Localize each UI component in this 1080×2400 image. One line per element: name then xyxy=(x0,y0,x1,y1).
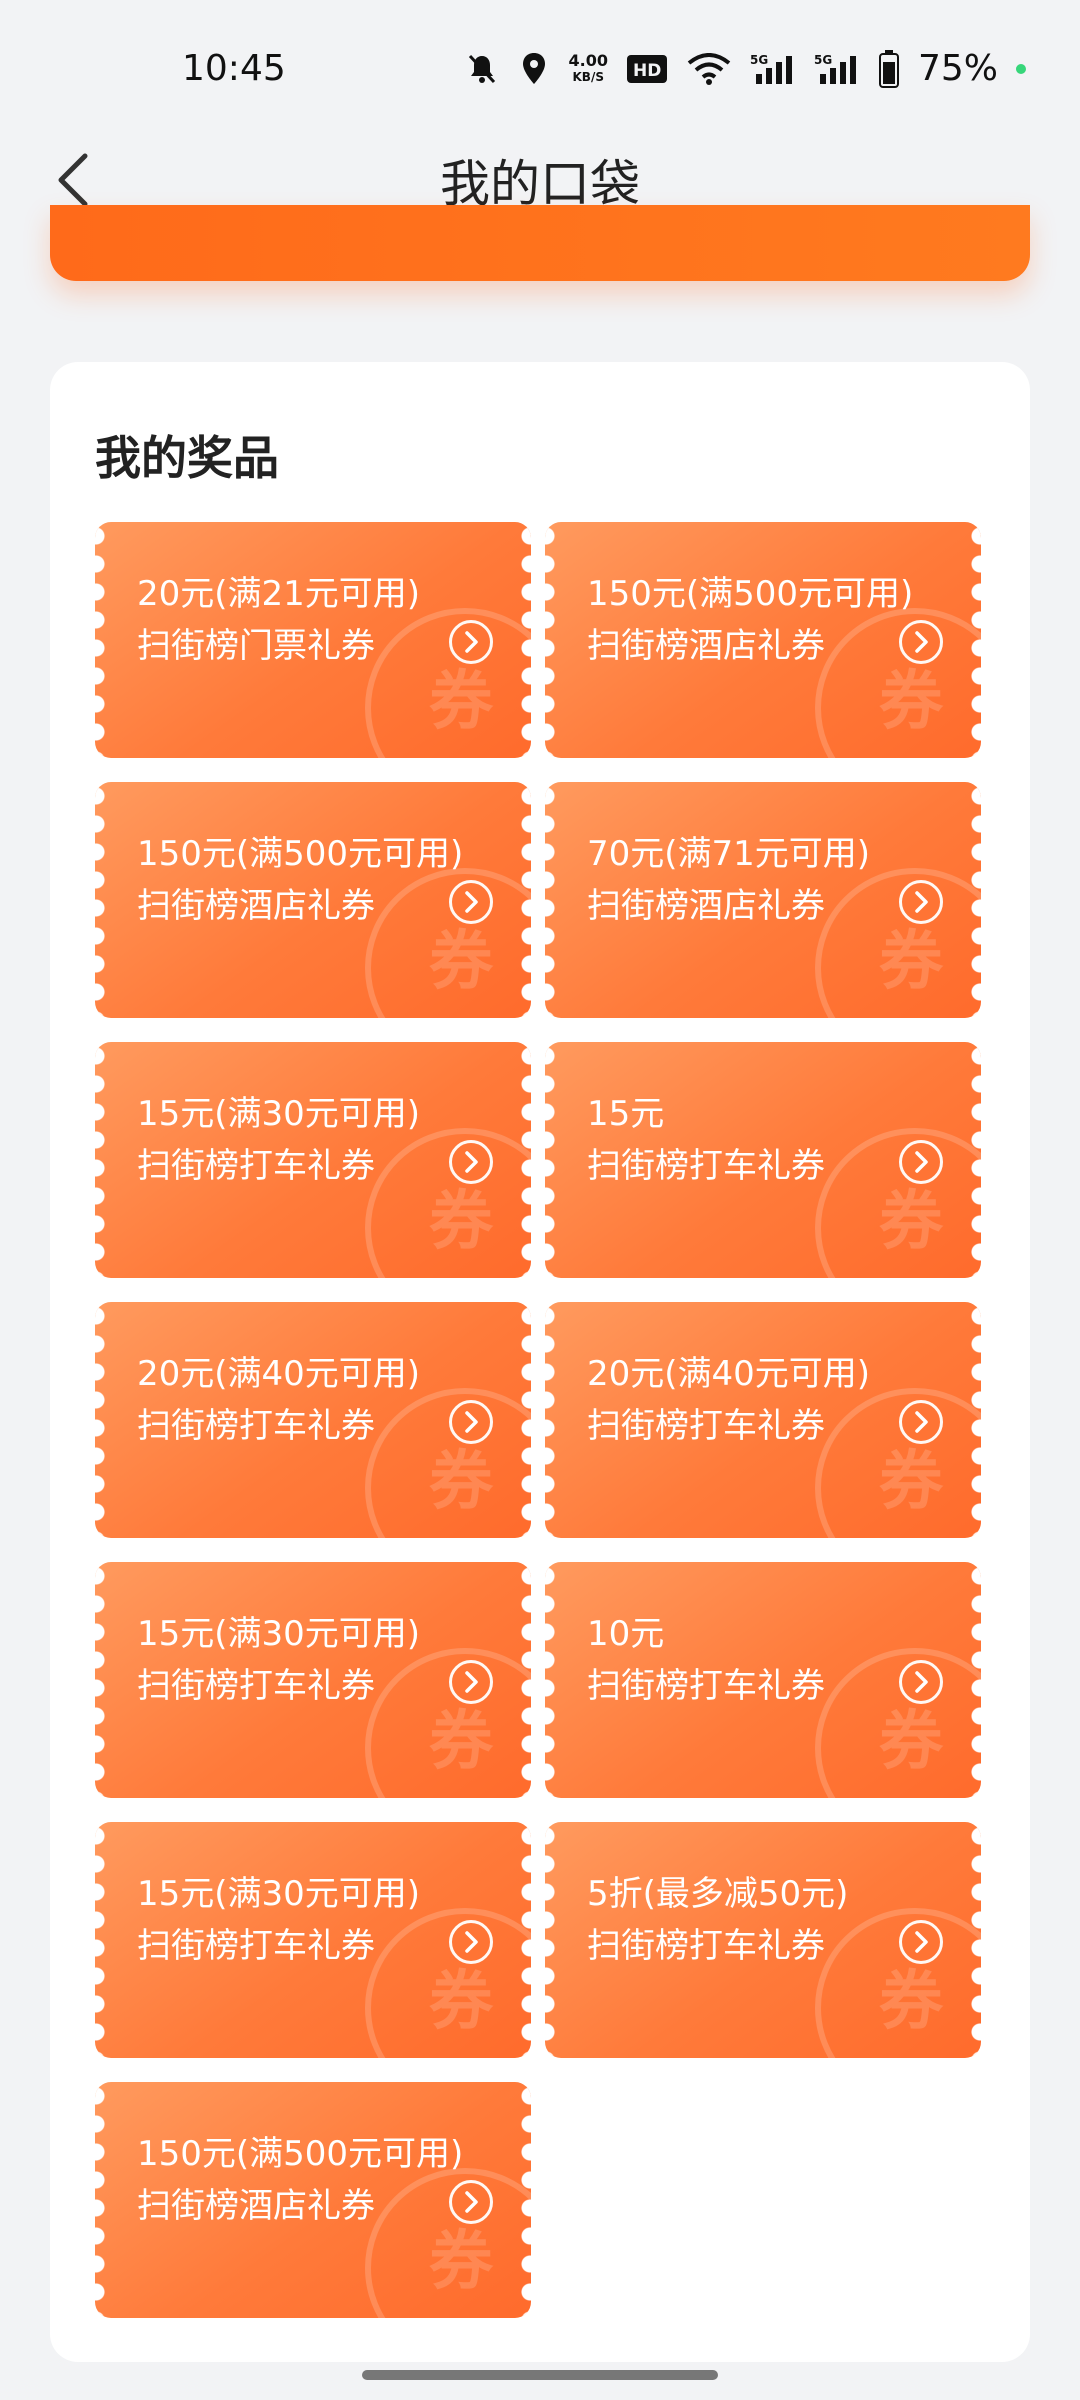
perforation-edge xyxy=(545,1302,557,1538)
coupon-card[interactable]: 券 150元(满500元可用) 扫街榜酒店礼券 xyxy=(545,522,981,758)
coupon-amount: 150元(满500元可用) xyxy=(587,574,914,614)
chevron-right-circle-icon[interactable] xyxy=(899,1400,943,1444)
coupon-name: 扫街榜打车礼券 xyxy=(587,1926,825,1966)
coupon-watermark-char: 券 xyxy=(429,665,493,739)
coupon-amount: 150元(满500元可用) xyxy=(137,834,464,874)
coupon-amount: 15元(满30元可用) xyxy=(137,1094,421,1134)
perforation-edge xyxy=(95,1822,107,2058)
perforation-edge xyxy=(95,1042,107,1278)
coupon-card[interactable]: 券 15元扫街榜打车礼券 xyxy=(545,1042,981,1278)
wifi-icon xyxy=(686,52,732,86)
chevron-right-circle-icon[interactable] xyxy=(449,2180,493,2224)
coupon-watermark-char: 券 xyxy=(879,925,943,999)
perforation-edge xyxy=(545,782,557,1018)
perforation-edge xyxy=(545,1562,557,1798)
coupon-name: 扫街榜打车礼券 xyxy=(587,1406,825,1446)
coupon-watermark-char: 券 xyxy=(429,1185,493,1259)
coupon-amount: 20元(满21元可用) xyxy=(137,574,421,614)
coupon-watermark-char: 券 xyxy=(879,1185,943,1259)
perforation-edge xyxy=(545,1042,557,1278)
coupon-watermark-char: 券 xyxy=(429,1445,493,1519)
coupon-watermark-char: 券 xyxy=(429,2225,493,2299)
coupon-card[interactable]: 券 20元(满21元可用) 扫街榜门票礼券 xyxy=(95,522,531,758)
status-icons: 4.00 KB/S HD 5G 5G 75% xyxy=(465,48,1026,89)
svg-text:HD: HD xyxy=(633,61,661,81)
coupon-name: 扫街榜打车礼券 xyxy=(587,1146,825,1186)
chevron-right-circle-icon[interactable] xyxy=(449,880,493,924)
coupon-card[interactable]: 券 20元(满40元可用) 扫街榜打车礼券 xyxy=(545,1302,981,1538)
hd-icon: HD xyxy=(626,52,668,86)
perforation-edge xyxy=(545,1822,557,2058)
coupon-card[interactable]: 券 5折(最多减50元) 扫街榜打车礼券 xyxy=(545,1822,981,2058)
coupon-amount: 150元(满500元可用) xyxy=(137,2134,464,2174)
coupon-amount: 15元(满30元可用) xyxy=(137,1614,421,1654)
coupon-card[interactable]: 券 150元(满500元可用) 扫街榜酒店礼券 xyxy=(95,2082,531,2318)
coupon-name: 扫街榜门票礼券 xyxy=(137,626,375,666)
chevron-right-circle-icon[interactable] xyxy=(449,1400,493,1444)
coupon-watermark-char: 券 xyxy=(879,1445,943,1519)
coupon-card[interactable]: 券 15元(满30元可用) 扫街榜打车礼券 xyxy=(95,1822,531,2058)
status-bar: 10:45 4.00 KB/S HD 5G 5G 75% xyxy=(0,0,1080,140)
chevron-right-circle-icon[interactable] xyxy=(899,1920,943,1964)
coupon-watermark-char: 券 xyxy=(429,1965,493,2039)
coupon-watermark-char: 券 xyxy=(879,665,943,739)
coupon-name: 扫街榜打车礼券 xyxy=(137,1406,375,1446)
svg-text:5G: 5G xyxy=(750,53,768,67)
coupon-amount: 10元 xyxy=(587,1614,665,1654)
bell-muted-icon xyxy=(465,52,499,86)
coupon-name: 扫街榜酒店礼券 xyxy=(137,2186,375,2226)
coupon-watermark-char: 券 xyxy=(879,1965,943,2039)
prizes-section: 我的奖品 券 20元(满21元可用) 扫街榜门票礼券券 150元(满500元可用) 扫街… xyxy=(50,362,1030,2362)
coupon-amount: 15元(满30元可用) xyxy=(137,1874,421,1914)
signal-5g-icon: 5G xyxy=(750,52,796,86)
perforation-edge xyxy=(95,522,107,758)
coupon-name: 扫街榜酒店礼券 xyxy=(137,886,375,926)
coupon-card[interactable]: 券 70元(满71元可用) 扫街榜酒店礼券 xyxy=(545,782,981,1018)
chevron-right-circle-icon[interactable] xyxy=(899,620,943,664)
coupon-name: 扫街榜酒店礼券 xyxy=(587,886,825,926)
chevron-right-circle-icon[interactable] xyxy=(449,620,493,664)
privacy-indicator-dot xyxy=(1016,63,1026,74)
chevron-left-icon xyxy=(58,153,88,207)
location-icon xyxy=(517,52,551,86)
coupon-amount: 15元 xyxy=(587,1094,665,1134)
perforation-edge xyxy=(95,2082,107,2318)
status-time: 10:45 xyxy=(182,48,286,89)
coupon-name: 扫街榜打车礼券 xyxy=(137,1666,375,1706)
perforation-edge xyxy=(95,1302,107,1538)
chevron-right-circle-icon[interactable] xyxy=(899,880,943,924)
signal-5g-icon: 5G xyxy=(814,52,860,86)
pocket-banner xyxy=(50,205,1030,281)
perforation-edge xyxy=(545,522,557,758)
coupon-watermark-char: 券 xyxy=(429,925,493,999)
coupon-amount: 20元(满40元可用) xyxy=(587,1354,871,1394)
coupon-card[interactable]: 券 10元扫街榜打车礼券 xyxy=(545,1562,981,1798)
coupon-name: 扫街榜打车礼券 xyxy=(137,1146,375,1186)
coupon-card[interactable]: 券 15元(满30元可用) 扫街榜打车礼券 xyxy=(95,1042,531,1278)
coupon-watermark-char: 券 xyxy=(429,1705,493,1779)
chevron-right-circle-icon[interactable] xyxy=(449,1660,493,1704)
coupon-amount: 5折(最多减50元) xyxy=(587,1874,849,1914)
perforation-edge xyxy=(95,1562,107,1798)
coupon-card[interactable]: 券 20元(满40元可用) 扫街榜打车礼券 xyxy=(95,1302,531,1538)
coupon-name: 扫街榜打车礼券 xyxy=(137,1926,375,1966)
battery-icon xyxy=(878,49,900,88)
coupon-name: 扫街榜打车礼券 xyxy=(587,1666,825,1706)
coupon-amount: 20元(满40元可用) xyxy=(137,1354,421,1394)
svg-text:5G: 5G xyxy=(814,53,832,67)
chevron-right-circle-icon[interactable] xyxy=(899,1660,943,1704)
coupon-watermark-char: 券 xyxy=(879,1705,943,1779)
battery-percent: 75% xyxy=(917,48,998,89)
coupon-card[interactable]: 券 150元(满500元可用) 扫街榜酒店礼券 xyxy=(95,782,531,1018)
home-indicator[interactable] xyxy=(362,2370,718,2380)
section-title: 我的奖品 xyxy=(95,431,279,485)
chevron-right-circle-icon[interactable] xyxy=(449,1920,493,1964)
perforation-edge xyxy=(95,782,107,1018)
coupon-amount: 70元(满71元可用) xyxy=(587,834,871,874)
coupon-name: 扫街榜酒店礼券 xyxy=(587,626,825,666)
chevron-right-circle-icon[interactable] xyxy=(449,1140,493,1184)
net-speed: 4.00 KB/S xyxy=(568,50,608,84)
coupon-card[interactable]: 券 15元(满30元可用) 扫街榜打车礼券 xyxy=(95,1562,531,1798)
chevron-right-circle-icon[interactable] xyxy=(899,1140,943,1184)
